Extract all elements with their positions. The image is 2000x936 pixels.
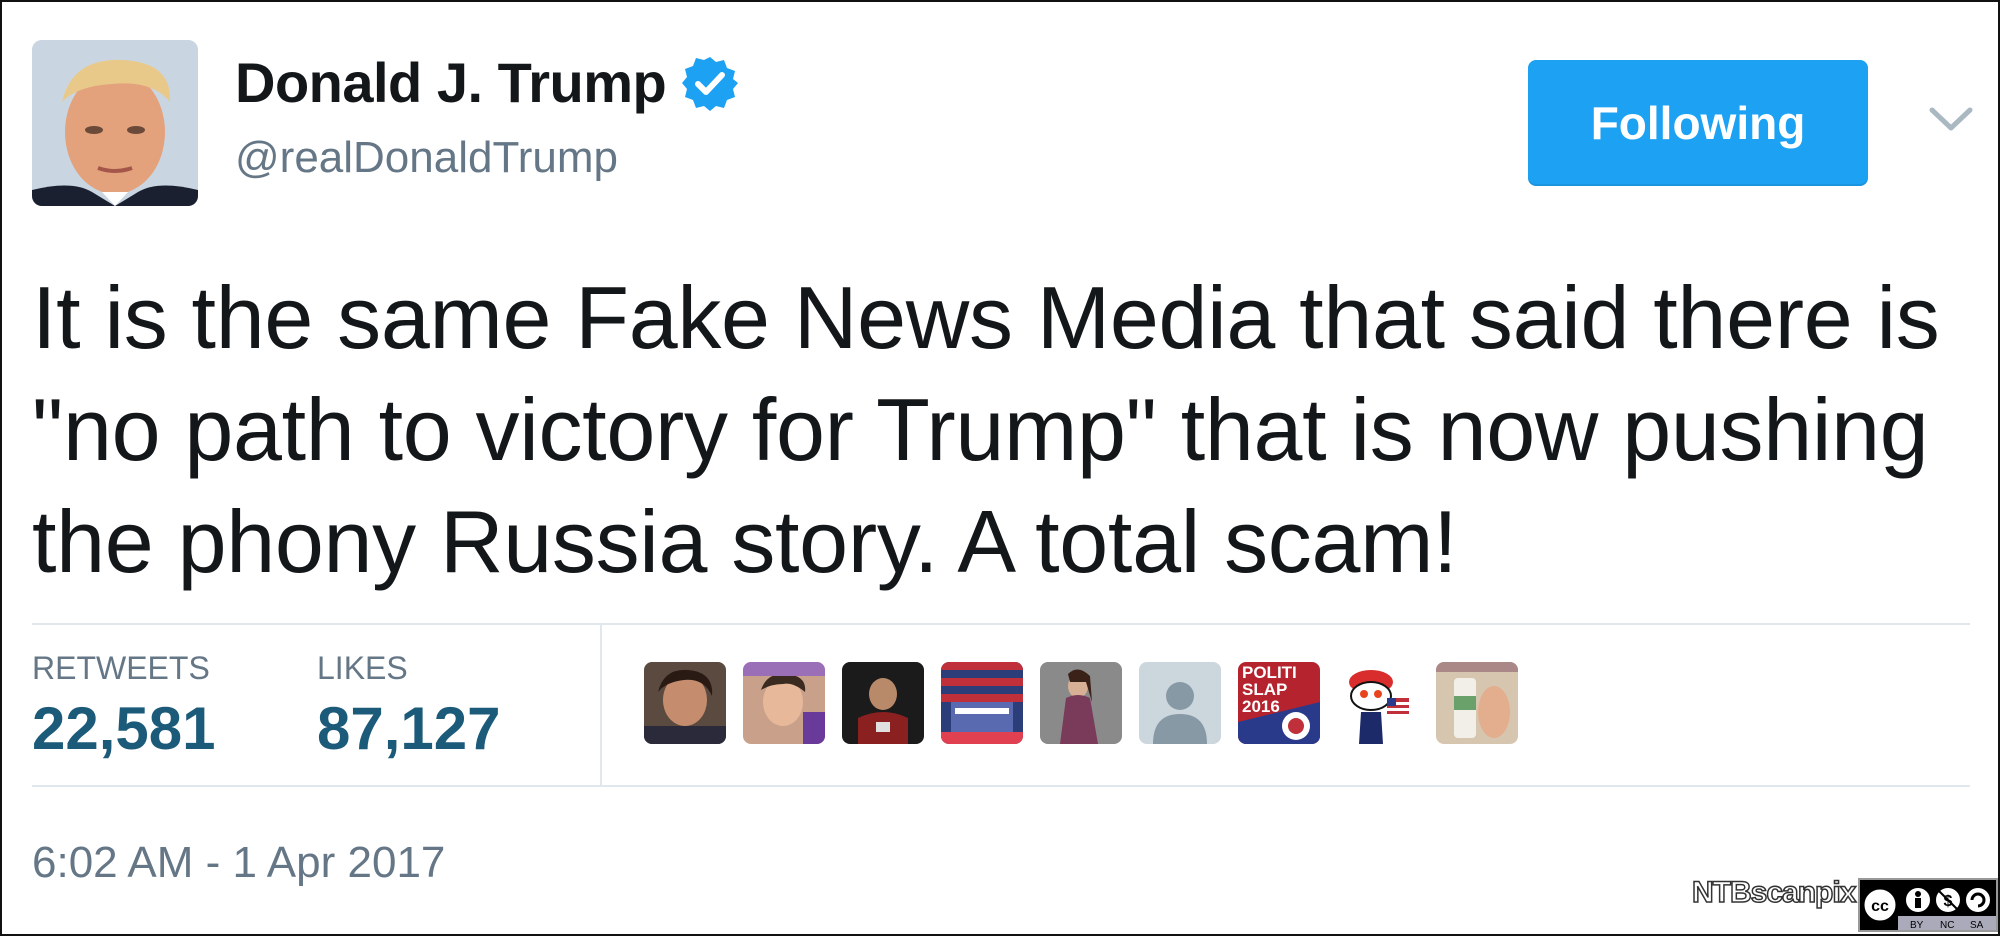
- liker-avatar[interactable]: [1436, 662, 1518, 744]
- author-handle[interactable]: @realDonaldTrump: [235, 133, 618, 183]
- liker-avatar[interactable]: [1040, 662, 1122, 744]
- retweets-count[interactable]: 22,581: [32, 694, 216, 763]
- stats-bottom-divider: [32, 785, 1970, 787]
- retweets-label[interactable]: RETWEETS: [32, 650, 210, 687]
- liker-avatar[interactable]: [644, 662, 726, 744]
- author-name-row: Donald J. Trump: [235, 50, 739, 115]
- svg-text:BY: BY: [1910, 920, 1924, 931]
- tweet-timestamp[interactable]: 6:02 AM - 1 Apr 2017: [32, 838, 445, 888]
- cc-license-badge: cc $ BY NC SA: [1858, 878, 1998, 932]
- liker-avatar-politislap[interactable]: POLITI SLAP 2016: [1238, 662, 1320, 744]
- likes-count[interactable]: 87,127: [317, 694, 501, 763]
- liker-badge-text: POLITI SLAP 2016: [1242, 663, 1297, 716]
- stats-top-divider: [32, 623, 1970, 625]
- likers-list: POLITI SLAP 2016: [644, 662, 1518, 744]
- following-button[interactable]: Following: [1528, 60, 1868, 186]
- svg-text:NC: NC: [1940, 920, 1954, 931]
- liker-avatar[interactable]: [941, 662, 1023, 744]
- author-avatar[interactable]: [32, 40, 198, 206]
- credit-watermark: NTBscanpix: [1691, 875, 1857, 910]
- verified-badge-icon: [682, 56, 739, 111]
- liker-avatar-default[interactable]: [1139, 662, 1221, 744]
- liker-avatar-mascot[interactable]: [1337, 662, 1419, 744]
- author-name[interactable]: Donald J. Trump: [235, 50, 667, 115]
- svg-text:cc: cc: [1871, 898, 1889, 915]
- liker-avatar[interactable]: [743, 662, 825, 744]
- liker-avatar[interactable]: [842, 662, 924, 744]
- chevron-down-icon[interactable]: [1928, 106, 1974, 134]
- tweet-text: It is the same Fake News Media that said…: [32, 268, 1940, 591]
- likes-label[interactable]: LIKES: [317, 650, 408, 687]
- svg-text:SA: SA: [1970, 920, 1984, 931]
- stats-vertical-divider: [600, 625, 602, 785]
